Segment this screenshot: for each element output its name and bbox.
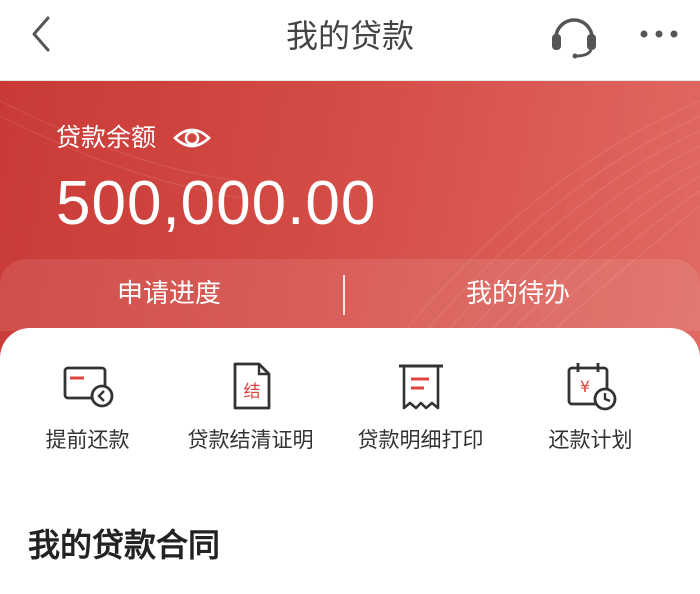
more-options-button[interactable]	[634, 14, 684, 54]
top-nav-bar: 我的贷款	[0, 0, 700, 81]
svg-text:结: 结	[243, 382, 260, 402]
loan-detail-print-action[interactable]: 贷款明细打印	[333, 358, 508, 454]
loan-tabs: 申请进度 我的待办	[0, 259, 700, 331]
balance-label: 贷款余额	[56, 123, 157, 152]
loan-balance-card: 贷款余额 500,000.00 申请进度 我的待办	[0, 81, 700, 361]
early-repayment-action[interactable]: 提前还款	[0, 358, 175, 454]
eye-icon	[173, 128, 211, 148]
loan-detail-print-label: 贷款明细打印	[357, 428, 484, 452]
balance-amount: 500,000.00	[56, 169, 377, 238]
early-repay-icon	[63, 366, 113, 408]
repayment-calendar-icon: ¥	[567, 363, 616, 411]
headset-icon	[552, 18, 596, 59]
loan-contracts-heading: 我的贷款合同	[28, 526, 221, 564]
repayment-plan-action[interactable]: ¥ 还款计划	[503, 358, 678, 454]
early-repayment-label: 提前还款	[45, 428, 130, 452]
tab-application-progress[interactable]: 申请进度	[117, 277, 221, 311]
settlement-certificate-icon: 结	[233, 362, 270, 410]
tab-my-todos[interactable]: 我的待办	[466, 277, 570, 311]
svg-text:¥: ¥	[579, 377, 589, 396]
customer-service-button[interactable]	[546, 12, 602, 60]
repayment-plan-label: 还款计划	[548, 428, 633, 452]
settlement-certificate-action[interactable]: 结 贷款结清证明	[163, 358, 338, 454]
toggle-visibility-button[interactable]	[172, 121, 212, 155]
settlement-certificate-label: 贷款结清证明	[187, 428, 314, 452]
more-dots-icon	[640, 30, 678, 38]
receipt-print-icon	[398, 364, 443, 410]
action-panel: 提前还款 结 贷款结清证明 贷款明细打印 ¥ 还款计划 我的贷款合同	[0, 328, 700, 594]
tab-divider	[343, 275, 345, 315]
